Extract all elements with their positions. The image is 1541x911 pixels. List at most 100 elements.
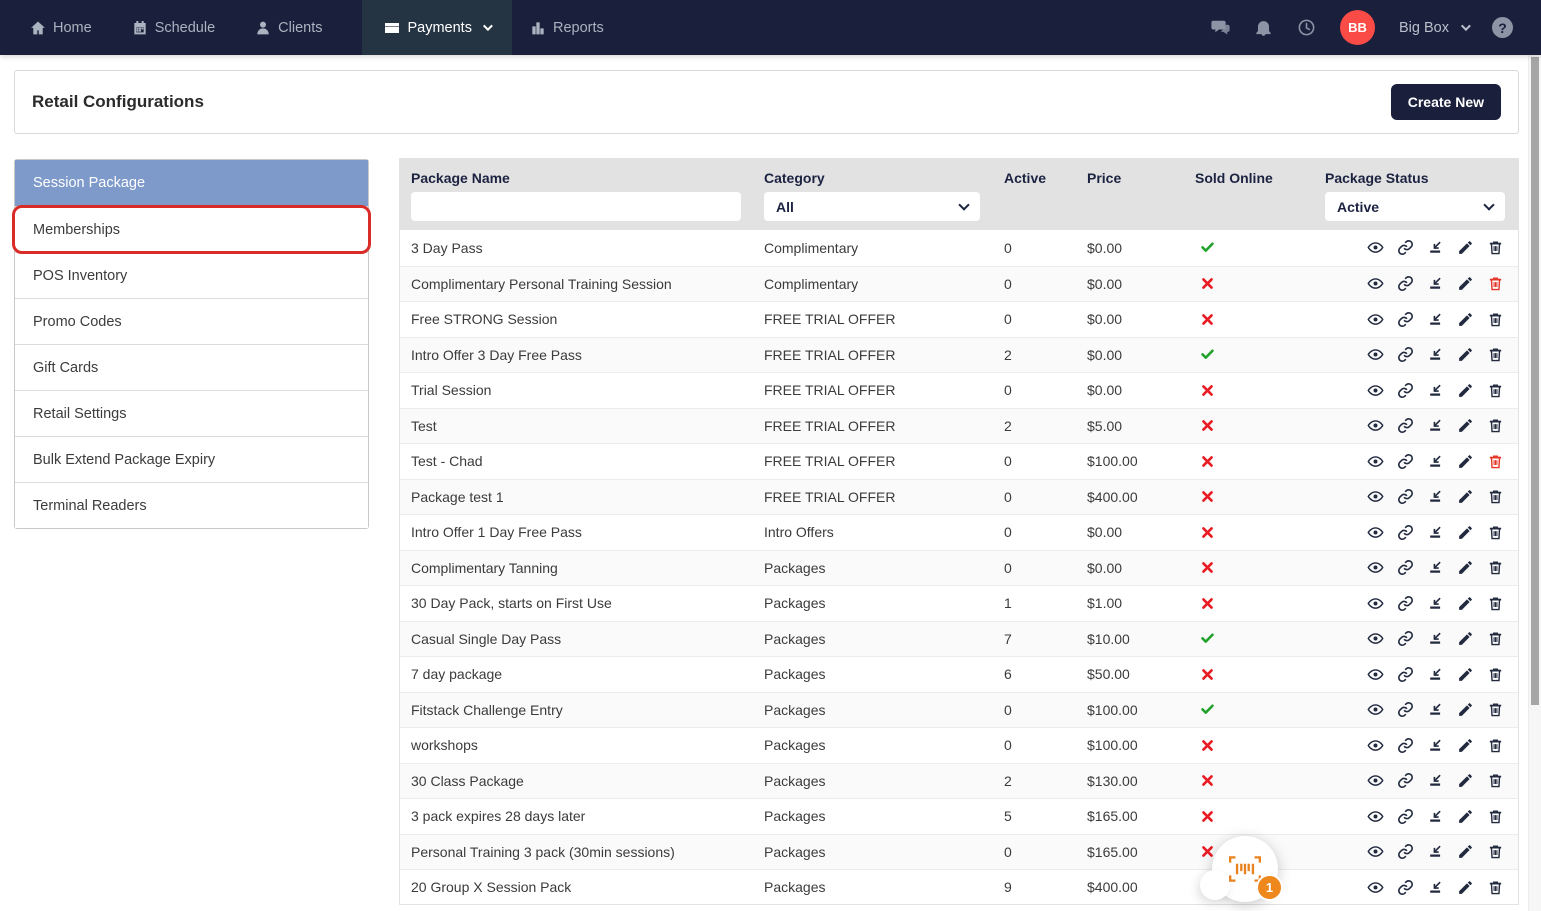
link-button[interactable] <box>1397 417 1414 434</box>
delete-button[interactable] <box>1487 595 1504 612</box>
import-button[interactable] <box>1427 239 1444 256</box>
import-button[interactable] <box>1427 666 1444 683</box>
sidebar-item-gift-cards[interactable]: Gift Cards <box>15 344 368 390</box>
import-button[interactable] <box>1427 843 1444 860</box>
import-button[interactable] <box>1427 453 1444 470</box>
sidebar-item-pos-inventory[interactable]: POS Inventory <box>15 252 368 298</box>
nav-item-clients[interactable]: Clients <box>255 0 322 55</box>
view-button[interactable] <box>1367 488 1384 505</box>
vertical-scrollbar[interactable] <box>1528 55 1541 911</box>
import-button[interactable] <box>1427 559 1444 576</box>
delete-button[interactable] <box>1487 737 1504 754</box>
link-button[interactable] <box>1397 239 1414 256</box>
view-button[interactable] <box>1367 239 1384 256</box>
view-button[interactable] <box>1367 808 1384 825</box>
help-button[interactable]: ? <box>1492 17 1513 38</box>
edit-button[interactable] <box>1457 311 1474 328</box>
edit-button[interactable] <box>1457 417 1474 434</box>
edit-button[interactable] <box>1457 808 1474 825</box>
barcode-scanner-fab[interactable]: 1 <box>1212 836 1278 902</box>
sidebar-item-terminal-readers[interactable]: Terminal Readers <box>15 482 368 528</box>
user-menu[interactable]: Big Box <box>1399 20 1468 36</box>
delete-button[interactable] <box>1487 311 1504 328</box>
delete-button[interactable] <box>1487 382 1504 399</box>
delete-button[interactable] <box>1487 346 1504 363</box>
edit-button[interactable] <box>1457 772 1474 789</box>
messages-button[interactable] <box>1211 18 1230 37</box>
edit-button[interactable] <box>1457 879 1474 896</box>
import-button[interactable] <box>1427 346 1444 363</box>
import-button[interactable] <box>1427 488 1444 505</box>
view-button[interactable] <box>1367 737 1384 754</box>
nav-item-schedule[interactable]: Schedule <box>132 0 215 55</box>
link-button[interactable] <box>1397 595 1414 612</box>
view-button[interactable] <box>1367 879 1384 896</box>
import-button[interactable] <box>1427 524 1444 541</box>
delete-button[interactable] <box>1487 808 1504 825</box>
sidebar-item-session-package[interactable]: Session Package <box>15 160 368 206</box>
edit-button[interactable] <box>1457 666 1474 683</box>
link-button[interactable] <box>1397 737 1414 754</box>
import-button[interactable] <box>1427 630 1444 647</box>
view-button[interactable] <box>1367 453 1384 470</box>
link-button[interactable] <box>1397 808 1414 825</box>
view-button[interactable] <box>1367 772 1384 789</box>
import-button[interactable] <box>1427 382 1444 399</box>
nav-item-home[interactable]: Home <box>30 0 92 55</box>
edit-button[interactable] <box>1457 382 1474 399</box>
import-button[interactable] <box>1427 808 1444 825</box>
edit-button[interactable] <box>1457 595 1474 612</box>
view-button[interactable] <box>1367 701 1384 718</box>
link-button[interactable] <box>1397 879 1414 896</box>
category-filter-select[interactable]: All <box>764 192 980 221</box>
view-button[interactable] <box>1367 275 1384 292</box>
link-button[interactable] <box>1397 346 1414 363</box>
import-button[interactable] <box>1427 417 1444 434</box>
view-button[interactable] <box>1367 630 1384 647</box>
view-button[interactable] <box>1367 559 1384 576</box>
link-button[interactable] <box>1397 772 1414 789</box>
edit-button[interactable] <box>1457 453 1474 470</box>
delete-button[interactable] <box>1487 559 1504 576</box>
delete-button[interactable] <box>1487 275 1504 292</box>
nav-item-reports[interactable]: Reports <box>530 0 604 55</box>
view-button[interactable] <box>1367 382 1384 399</box>
delete-button[interactable] <box>1487 666 1504 683</box>
sidebar-item-promo-codes[interactable]: Promo Codes <box>15 298 368 344</box>
link-button[interactable] <box>1397 666 1414 683</box>
link-button[interactable] <box>1397 453 1414 470</box>
import-button[interactable] <box>1427 701 1444 718</box>
package-status-filter-select[interactable]: Active <box>1325 192 1505 221</box>
delete-button[interactable] <box>1487 630 1504 647</box>
delete-button[interactable] <box>1487 417 1504 434</box>
notifications-button[interactable] <box>1254 18 1273 37</box>
link-button[interactable] <box>1397 524 1414 541</box>
edit-button[interactable] <box>1457 239 1474 256</box>
edit-button[interactable] <box>1457 559 1474 576</box>
sidebar-item-bulk-extend-package-expiry[interactable]: Bulk Extend Package Expiry <box>15 436 368 482</box>
edit-button[interactable] <box>1457 630 1474 647</box>
delete-button[interactable] <box>1487 879 1504 896</box>
nav-item-payments[interactable]: Payments <box>362 0 511 55</box>
view-button[interactable] <box>1367 666 1384 683</box>
import-button[interactable] <box>1427 595 1444 612</box>
view-button[interactable] <box>1367 843 1384 860</box>
import-button[interactable] <box>1427 275 1444 292</box>
delete-button[interactable] <box>1487 453 1504 470</box>
edit-button[interactable] <box>1457 701 1474 718</box>
link-button[interactable] <box>1397 630 1414 647</box>
delete-button[interactable] <box>1487 772 1504 789</box>
delete-button[interactable] <box>1487 488 1504 505</box>
avatar[interactable]: BB <box>1340 10 1375 45</box>
edit-button[interactable] <box>1457 275 1474 292</box>
view-button[interactable] <box>1367 311 1384 328</box>
edit-button[interactable] <box>1457 488 1474 505</box>
delete-button[interactable] <box>1487 524 1504 541</box>
view-button[interactable] <box>1367 595 1384 612</box>
import-button[interactable] <box>1427 311 1444 328</box>
edit-button[interactable] <box>1457 346 1474 363</box>
import-button[interactable] <box>1427 879 1444 896</box>
view-button[interactable] <box>1367 417 1384 434</box>
link-button[interactable] <box>1397 275 1414 292</box>
delete-button[interactable] <box>1487 843 1504 860</box>
